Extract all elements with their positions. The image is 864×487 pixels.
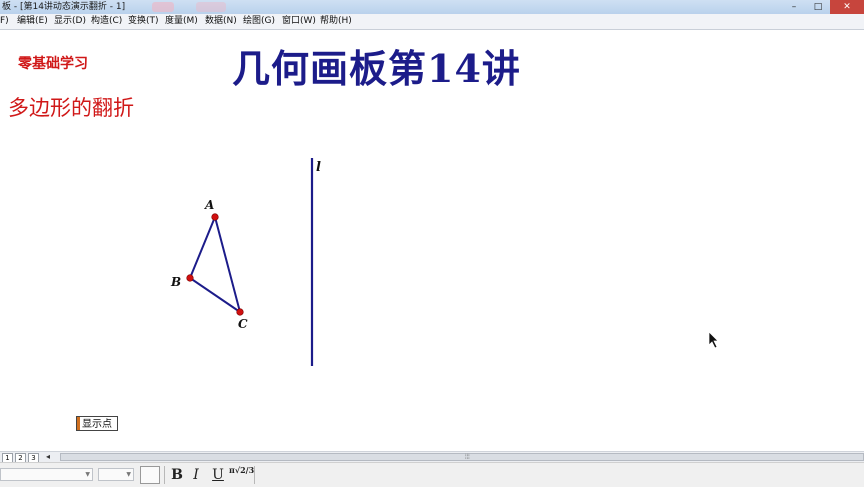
point-b[interactable] bbox=[186, 274, 194, 282]
tab-scroll-left-icon[interactable]: ◂ bbox=[46, 452, 50, 462]
horizontal-scrollbar[interactable]: ⦙⦙⦙ bbox=[60, 453, 864, 461]
chevron-down-icon: ▼ bbox=[126, 471, 131, 478]
geometry-figure: l A B C bbox=[170, 158, 719, 366]
toolbar-divider bbox=[164, 466, 165, 484]
text-format-toolbar: ▼ ▼ B I U π√2/3 bbox=[0, 462, 864, 487]
math-format-button[interactable]: π√2/3 bbox=[229, 466, 254, 484]
point-c[interactable] bbox=[236, 308, 244, 316]
italic-button[interactable]: I bbox=[187, 466, 205, 484]
point-a[interactable] bbox=[211, 213, 219, 221]
page-tab-bar: 1 2 3 ◂ ⦙⦙⦙ bbox=[0, 451, 864, 463]
font-family-select[interactable]: ▼ bbox=[0, 468, 93, 481]
point-label-b: B bbox=[170, 275, 181, 289]
chevron-down-icon: ▼ bbox=[85, 471, 90, 478]
bold-button[interactable]: B bbox=[168, 466, 186, 484]
point-label-a: A bbox=[204, 198, 214, 212]
underline-button[interactable]: U bbox=[209, 466, 227, 484]
scroll-grip-icon: ⦙⦙⦙ bbox=[465, 453, 470, 461]
triangle-abc[interactable] bbox=[188, 213, 242, 315]
show-points-button[interactable]: 显示点 bbox=[76, 416, 118, 431]
line-label-l: l bbox=[316, 160, 321, 175]
font-size-select[interactable]: ▼ bbox=[98, 468, 134, 481]
point-label-c: C bbox=[238, 317, 248, 331]
text-color-swatch[interactable] bbox=[140, 466, 160, 484]
toolbar-divider bbox=[254, 466, 255, 484]
mouse-cursor-icon bbox=[708, 331, 719, 349]
